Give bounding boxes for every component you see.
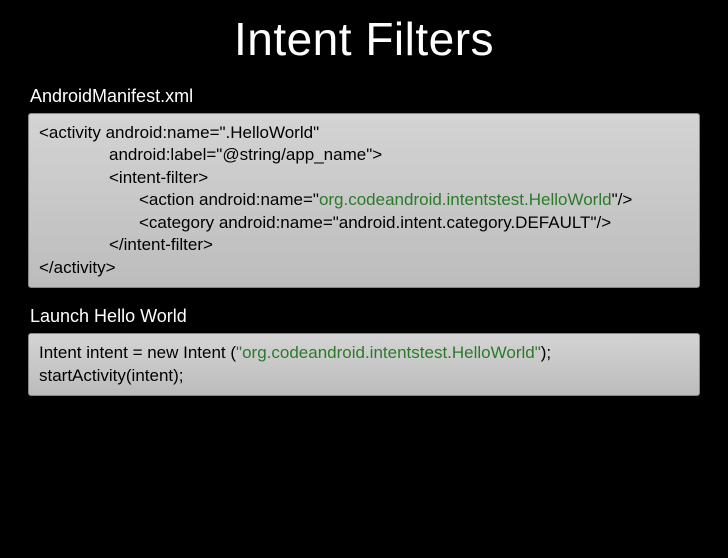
slide-title: Intent Filters (28, 12, 700, 66)
code-line: <activity android:name=".HelloWorld" (39, 122, 689, 144)
code-line: <action android:name="org.codeandroid.in… (39, 189, 689, 211)
code-line: <category android:name="android.intent.c… (39, 212, 689, 234)
code-line: startActivity(intent); (39, 365, 689, 387)
code-line: </intent-filter> (39, 234, 689, 256)
code-line: android:label="@string/app_name"> (39, 144, 689, 166)
section-label-manifest: AndroidManifest.xml (30, 86, 700, 107)
section-label-launch: Launch Hello World (30, 306, 700, 327)
code-box-manifest: <activity android:name=".HelloWorld" and… (28, 113, 700, 288)
code-line: </activity> (39, 257, 689, 279)
code-line: <intent-filter> (39, 167, 689, 189)
code-box-launch: Intent intent = new Intent ("org.codeand… (28, 333, 700, 396)
code-line: Intent intent = new Intent ("org.codeand… (39, 342, 689, 364)
